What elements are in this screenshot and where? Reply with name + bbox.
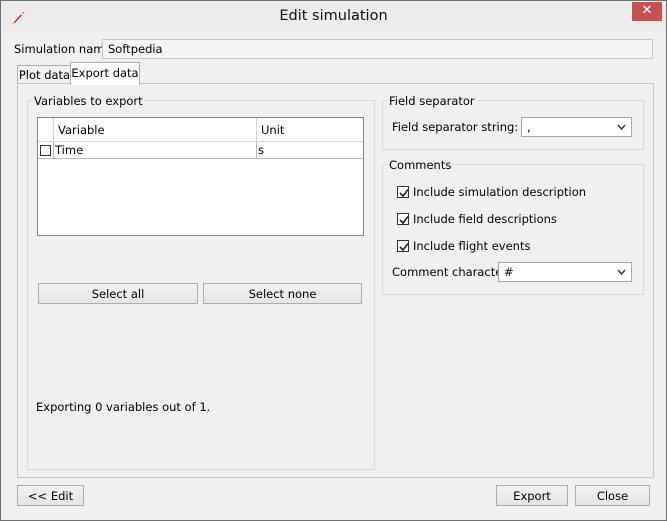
checkmark-icon <box>399 189 409 198</box>
include-description-checkbox[interactable] <box>397 186 409 198</box>
include-flight-events-checkbox[interactable] <box>397 240 409 252</box>
tab-plot-data-label: Plot data <box>18 68 71 82</box>
edit-simulation-window: Edit simulation ✕ Simulation name: Softp… <box>0 0 667 521</box>
row-checkbox-cell <box>38 142 54 159</box>
simulation-name-value: Softpedia <box>108 42 163 56</box>
simulation-name-field[interactable]: Softpedia <box>102 39 653 59</box>
title-bar: Edit simulation ✕ <box>1 1 666 32</box>
close-button[interactable]: Close <box>575 485 650 506</box>
field-separator-value: , <box>527 120 531 134</box>
row-unit-cell: s <box>257 142 363 159</box>
comment-character-label: Comment character: <box>392 265 511 279</box>
checkmark-icon <box>399 243 409 252</box>
tab-plot-data[interactable]: Plot data <box>17 65 72 84</box>
comment-character-value: # <box>504 265 514 279</box>
field-separator-select[interactable]: , <box>521 117 632 137</box>
include-field-descriptions-checkbox[interactable] <box>397 213 409 225</box>
field-separator-label: Field separator string: <box>392 120 519 134</box>
checkmark-icon <box>399 216 409 225</box>
export-status-text: Exporting 0 variables out of 1. <box>36 400 211 414</box>
close-window-icon[interactable]: ✕ <box>632 2 662 21</box>
simulation-name-label: Simulation name: <box>14 42 116 56</box>
select-none-button[interactable]: Select none <box>203 283 362 304</box>
include-field-descriptions-label[interactable]: Include field descriptions <box>413 212 557 226</box>
include-flight-events-label[interactable]: Include flight events <box>413 239 530 253</box>
edit-button[interactable]: << Edit <box>17 485 84 506</box>
table-header-unit[interactable]: Unit <box>257 118 363 142</box>
export-button[interactable]: Export <box>496 485 568 506</box>
chevron-down-icon <box>617 124 626 131</box>
comment-character-select[interactable]: # <box>498 262 632 282</box>
row-checkbox[interactable] <box>40 145 51 156</box>
variables-table[interactable]: Variable Unit Time s <box>37 117 364 236</box>
comments-group-title: Comments <box>387 158 454 172</box>
table-header-variable[interactable]: Variable <box>54 118 257 142</box>
select-all-button[interactable]: Select all <box>38 283 198 304</box>
field-separator-group-title: Field separator <box>387 94 477 108</box>
table-header-checkbox <box>38 118 54 142</box>
tab-export-data-label: Export data <box>71 66 139 80</box>
variables-group-title: Variables to export <box>32 94 145 108</box>
tab-export-data[interactable]: Export data <box>70 62 140 85</box>
row-variable-cell: Time <box>54 142 257 159</box>
table-row[interactable]: Time s <box>38 142 363 159</box>
chevron-down-icon <box>617 269 626 276</box>
include-description-label[interactable]: Include simulation description <box>413 185 586 199</box>
window-title: Edit simulation <box>279 8 388 24</box>
